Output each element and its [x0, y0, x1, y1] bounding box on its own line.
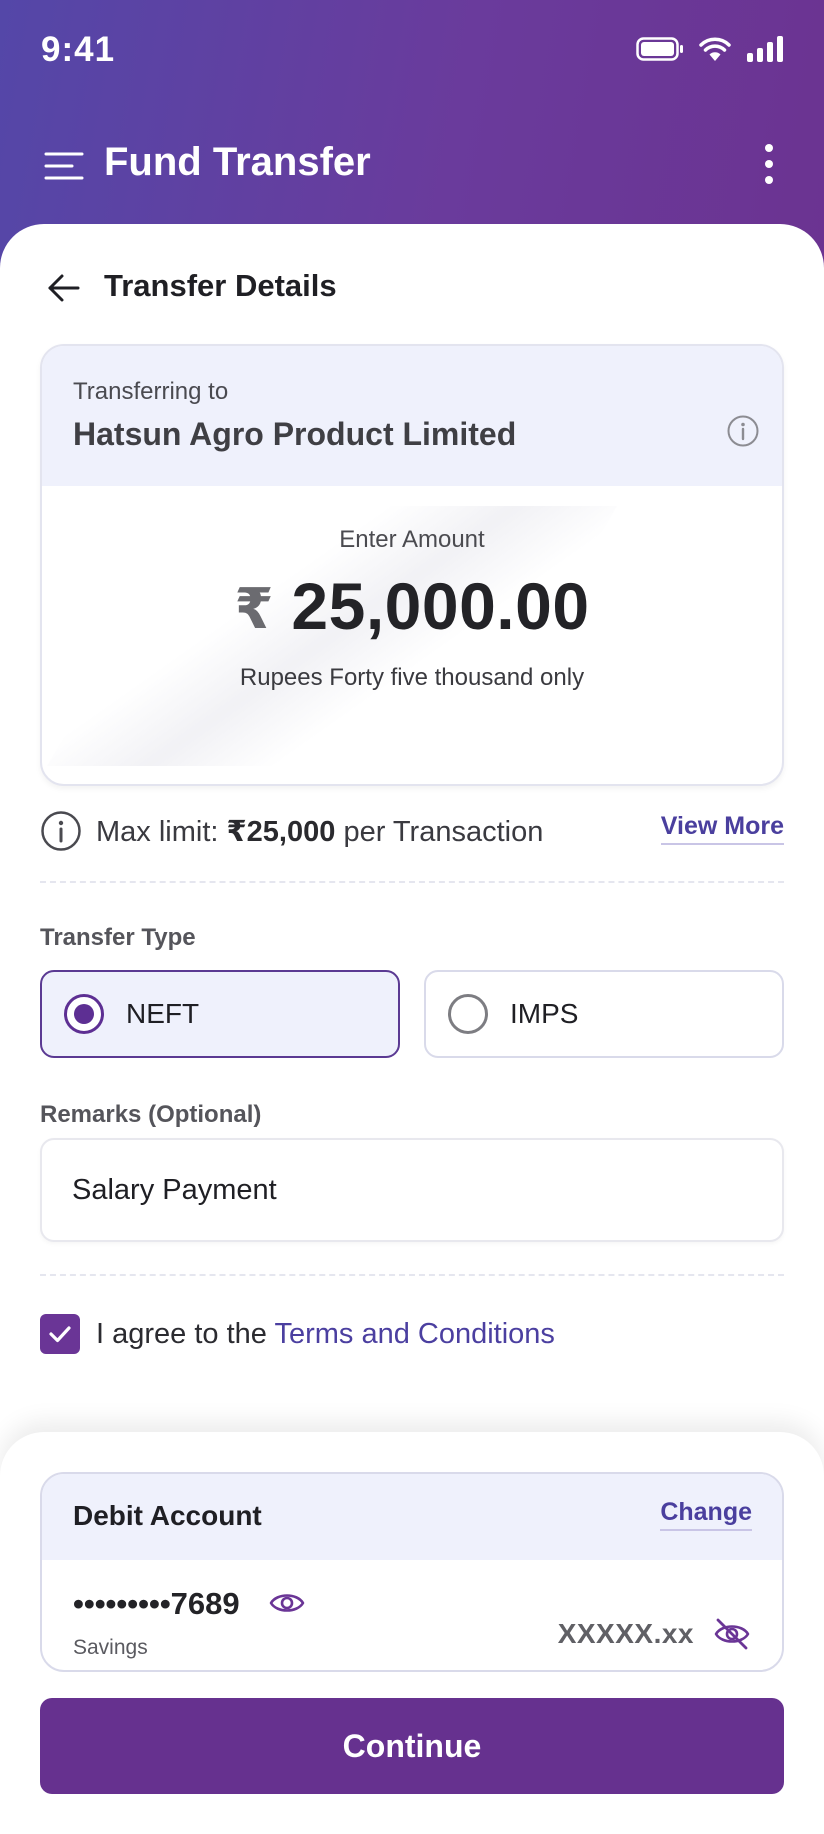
info-icon[interactable] [726, 414, 760, 448]
account-balance-masked: XXXXX.xx [557, 1618, 694, 1649]
change-account-link[interactable]: Change [660, 1498, 752, 1531]
radio-button-selected[interactable] [64, 994, 104, 1034]
eye-off-icon[interactable] [712, 1614, 752, 1654]
payee-name: Hatsun Agro Product Limited [73, 416, 517, 452]
max-limit-value: ₹25,000 [226, 816, 336, 848]
enter-amount-label: Enter Amount [339, 526, 485, 553]
agreement-text: I agree to the Terms and Conditions [96, 1318, 555, 1351]
app-title: Fund Transfer [104, 140, 371, 184]
transfer-type-neft[interactable]: NEFT [40, 970, 400, 1058]
account-type: Savings [73, 1636, 148, 1659]
payee-header: Transferring to Hatsun Agro Product Limi… [42, 346, 782, 486]
status-time: 9:41 [41, 30, 116, 69]
limit-info-row: Max limit: ₹25,000 per Transaction View … [40, 804, 784, 858]
account-number: •••••••••7689 [73, 1586, 240, 1621]
radio-dot [74, 1004, 94, 1024]
currency-symbol: ₹ [234, 577, 274, 640]
check-icon [49, 1326, 71, 1343]
view-more-link[interactable]: View More [660, 812, 784, 845]
agreement-prefix: I agree to the [96, 1318, 275, 1350]
radio-button[interactable] [448, 994, 488, 1034]
battery-icon [636, 37, 683, 61]
hamburger-icon[interactable] [44, 146, 84, 186]
max-limit-prefix: Max limit: [96, 816, 227, 848]
section-title: Transfer Details [104, 268, 337, 303]
status-icons [636, 36, 786, 62]
amount-field[interactable]: ₹ 25,000.00 [42, 568, 782, 644]
app-bar: Fund Transfer [0, 126, 824, 206]
status-bar: 9:41 [0, 0, 824, 104]
transferring-to-label: Transferring to [73, 378, 229, 405]
remarks-input[interactable] [40, 1138, 784, 1242]
wifi-icon [699, 37, 731, 61]
debit-account-title: Debit Account [73, 1500, 262, 1531]
signal-icon [747, 36, 783, 62]
transfer-type-label: Transfer Type [40, 924, 196, 951]
debit-account-header: Debit Account Change [42, 1474, 782, 1560]
kebab-icon[interactable] [756, 142, 782, 186]
terms-agreement-row: I agree to the Terms and Conditions [40, 1308, 784, 1358]
back-arrow-icon[interactable] [44, 268, 84, 308]
transfer-type-imps[interactable]: IMPS [424, 970, 784, 1058]
max-limit-suffix: per Transaction [335, 816, 544, 848]
amount-value[interactable]: 25,000.00 [291, 568, 589, 644]
amount-in-words: Rupees Forty five thousand only [239, 664, 585, 691]
amount-card: Transferring to Hatsun Agro Product Limi… [40, 344, 784, 786]
transfer-type-neft-label: NEFT [126, 998, 200, 1029]
divider [40, 881, 784, 883]
info-icon [41, 811, 81, 851]
debit-account-card: Debit Account Change •••••••••7689 Savin… [40, 1472, 784, 1672]
max-limit-text: Max limit: ₹25,000 per Transaction [96, 814, 543, 849]
divider [40, 1274, 784, 1276]
terms-link[interactable]: Terms and Conditions [274, 1318, 554, 1350]
remarks-label: Remarks (Optional) [40, 1101, 262, 1128]
continue-button[interactable]: Continue [40, 1698, 784, 1794]
transfer-type-imps-label: IMPS [510, 998, 579, 1029]
bottom-sheet: Debit Account Change •••••••••7689 Savin… [0, 1432, 824, 1834]
terms-checkbox[interactable] [40, 1314, 80, 1354]
eye-icon[interactable] [268, 1584, 306, 1622]
